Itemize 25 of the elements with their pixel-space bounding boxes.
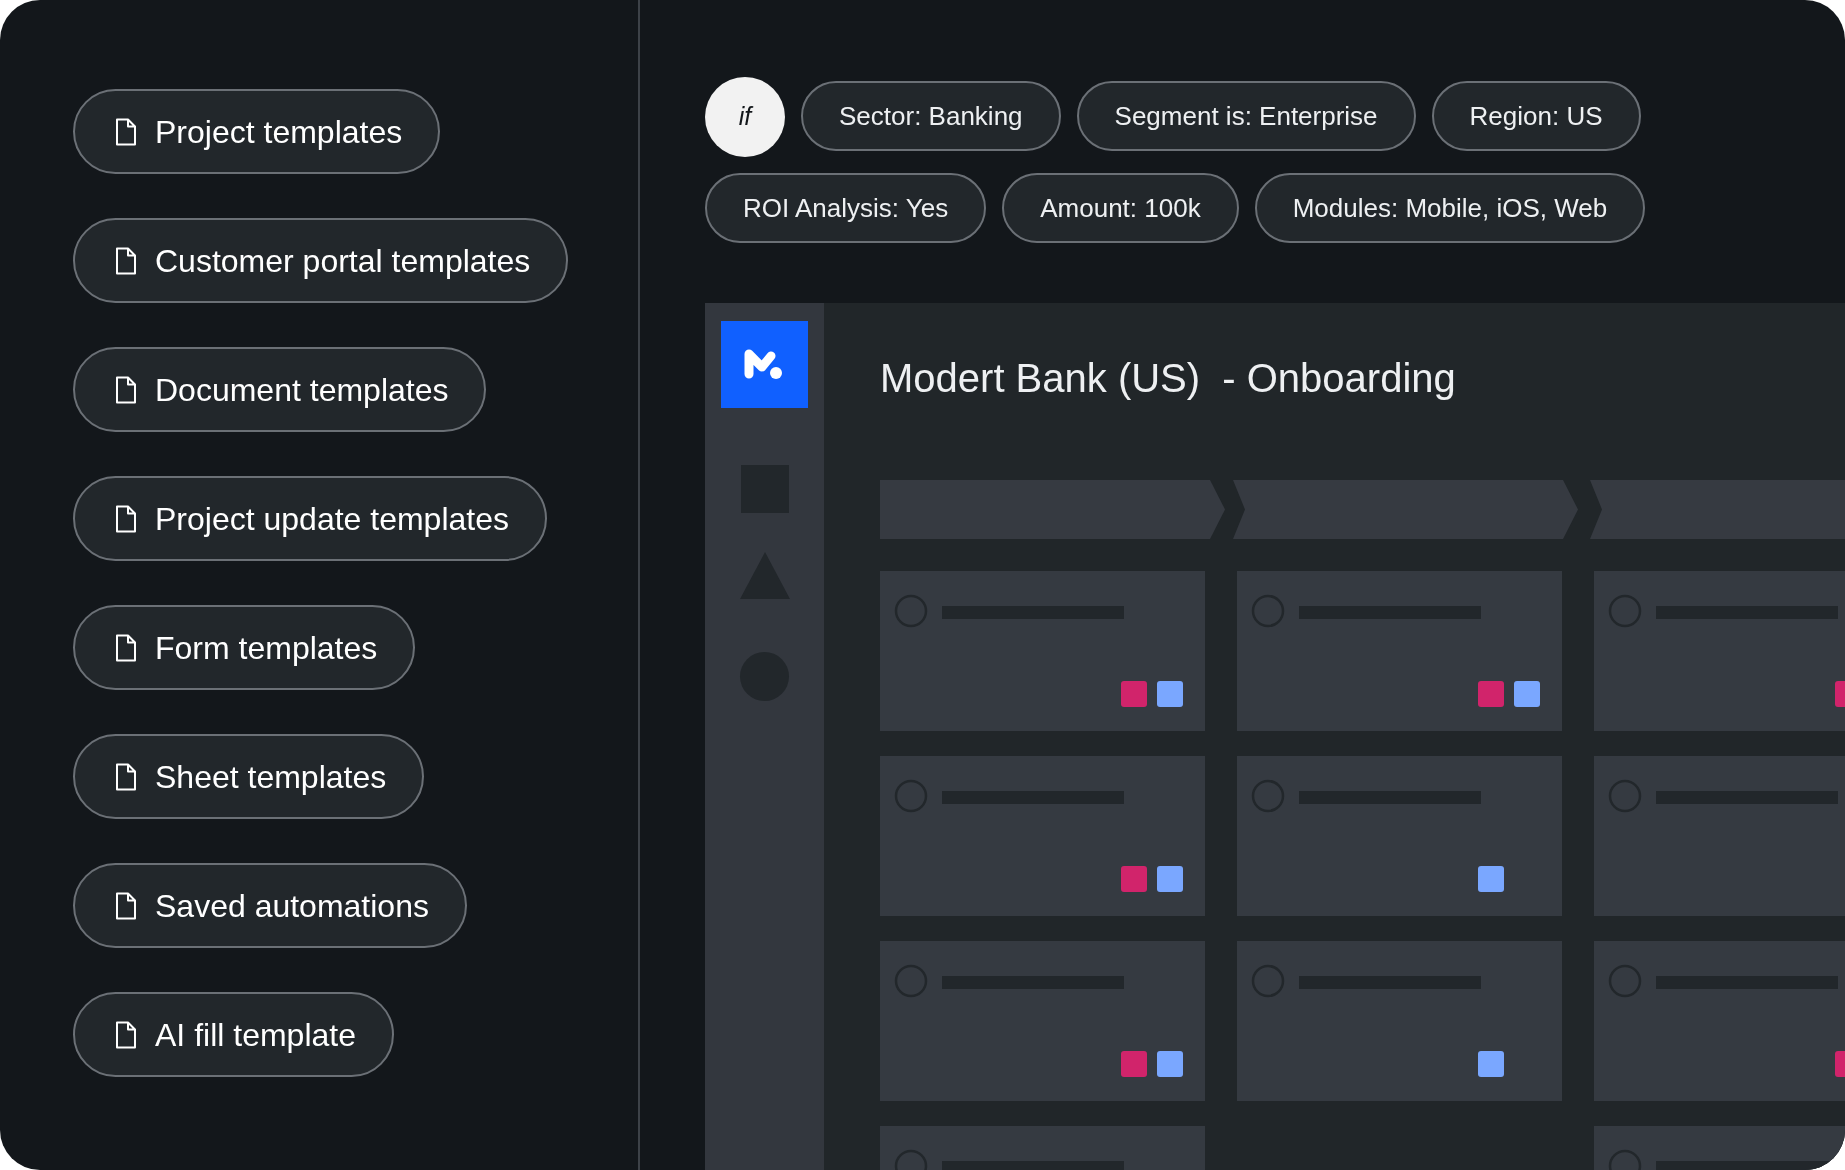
template-button[interactable]: Customer portal templates — [73, 218, 569, 303]
template-button[interactable]: Form templates — [73, 605, 416, 690]
condition-chip: Modules: Mobile, iOS, Web — [1254, 173, 1646, 243]
template-button[interactable]: Sheet templates — [73, 734, 425, 819]
condition-chip: ROI Analysis: Yes — [705, 173, 987, 243]
document-icon — [115, 1020, 137, 1049]
document-icon — [115, 246, 137, 275]
document-icon — [115, 117, 137, 146]
condition-chip: Segment is: Enterprise — [1076, 81, 1416, 151]
template-button[interactable]: Saved automations — [73, 863, 467, 948]
condition-chip: Region: US — [1431, 81, 1641, 151]
template-button[interactable]: Project templates — [73, 89, 441, 174]
template-button[interactable]: Project update templates — [73, 476, 547, 561]
board-title: Modert Bank (US) - Onboarding — [880, 355, 1456, 402]
document-icon — [115, 633, 137, 662]
template-button[interactable]: Document templates — [73, 347, 487, 432]
if-label: if — [705, 77, 785, 157]
condition-chip: Sector: Banking — [801, 81, 1061, 151]
template-button[interactable]: AI fill template — [73, 992, 394, 1077]
document-icon — [115, 504, 137, 533]
document-icon — [115, 891, 137, 920]
condition-chip: Amount: 100k — [1002, 173, 1239, 243]
logo-icon[interactable] — [721, 321, 808, 408]
document-icon — [115, 762, 137, 791]
document-icon — [115, 375, 137, 404]
